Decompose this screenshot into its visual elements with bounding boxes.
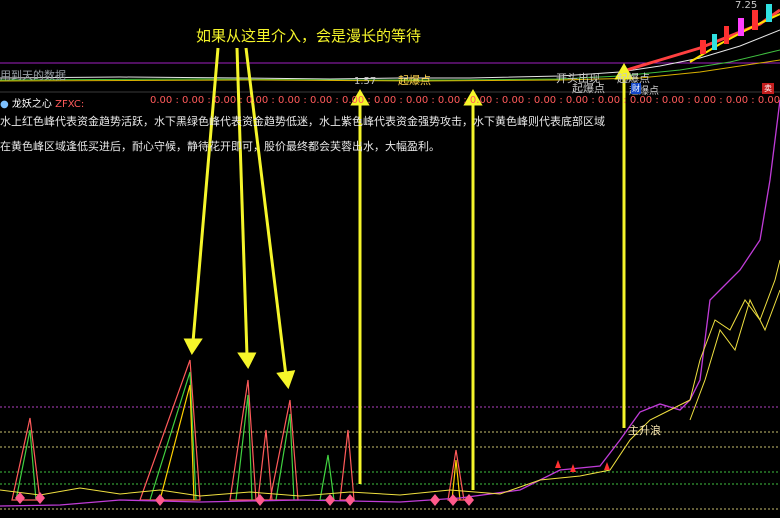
- chart-canvas: [0, 4, 780, 510]
- indicator-code: ZFXC:: [55, 99, 85, 110]
- signal-label: 起爆点: [572, 82, 605, 95]
- top-caption: 用到天的数据: [0, 69, 66, 82]
- indicator-values-text: 0.00 : 0.00 : 0.00 : 0.00 : 0.00 : 0.00 …: [150, 95, 780, 106]
- tag-blue: 财: [631, 83, 641, 94]
- wave-label: 主升浪: [628, 424, 661, 437]
- description-line-1: 水上红色峰代表资金趋势活跃，水下黑绿色峰代表资金趋势低迷，水上紫色峰代表资金强势…: [0, 115, 605, 128]
- indicator-header[interactable]: ● 龙妖之心 ZFXC:: [0, 95, 84, 110]
- description-line-2: 在黄色峰区域逢低买进后，耐心守候，静待花开即可，股价最终都会芙蓉出水，大幅盈利。: [0, 140, 440, 153]
- price-value: 7.25: [735, 0, 758, 11]
- annotation-text: 如果从这里介入，会是漫长的等待: [196, 27, 422, 45]
- signal-label: 起爆点: [398, 74, 431, 87]
- indicator-name: 龙妖之心: [11, 99, 52, 110]
- tag-red: 卖: [762, 83, 774, 94]
- indicator-panel: [0, 99, 780, 510]
- price-panel: [0, 4, 780, 93]
- indicator-values: 0.00 : 0.00 : 0.00 : 0.00 : 0.00 : 0.00 …: [150, 95, 780, 106]
- indicator-dot-icon: ●: [0, 99, 9, 110]
- price-label: 1.57: [354, 76, 377, 87]
